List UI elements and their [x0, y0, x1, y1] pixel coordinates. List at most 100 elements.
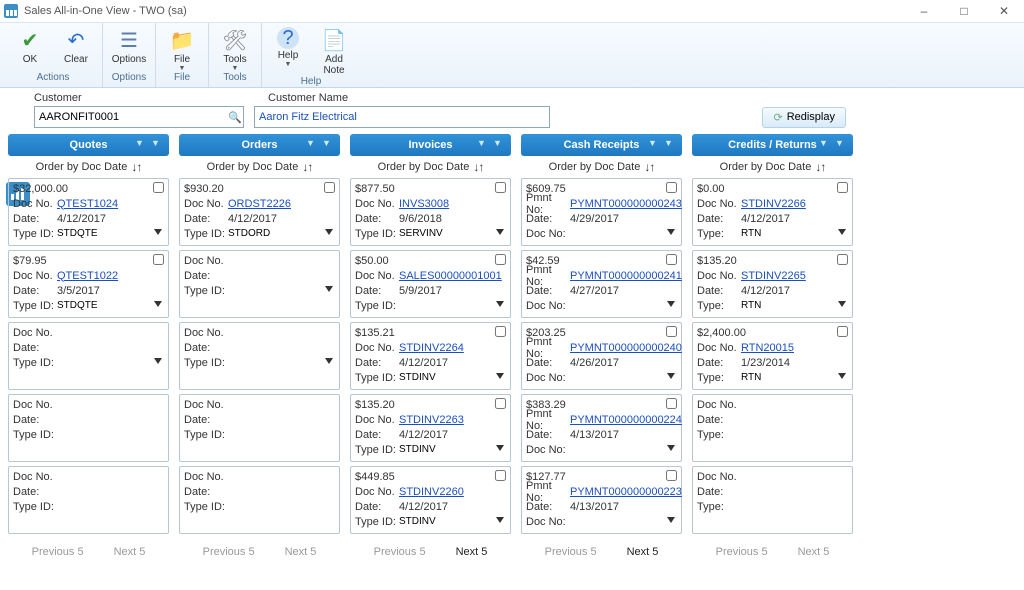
type-select[interactable]: STDINV — [399, 442, 436, 457]
type-select-wrap[interactable] — [228, 355, 335, 370]
type-select-wrap[interactable]: STDINV — [399, 442, 506, 457]
options-button[interactable]: ☰ Options — [109, 25, 149, 65]
type-select-wrap[interactable] — [570, 442, 677, 457]
close-button[interactable]: ✕ — [984, 0, 1024, 22]
sort-arrows-icon[interactable]: ↓↑ — [302, 160, 312, 174]
doc-value[interactable]: PYMNT000000000240 — [570, 342, 682, 354]
order-by[interactable]: Order by Doc Date↓↑ — [8, 156, 169, 178]
prev-5[interactable]: Previous 5 — [374, 546, 426, 558]
type-select[interactable]: RTN — [741, 370, 762, 385]
filter-icon[interactable]: ▼ — [493, 138, 507, 152]
type-select[interactable]: STDQTE — [57, 298, 98, 313]
type-select-wrap[interactable] — [570, 226, 677, 241]
doc-value[interactable]: STDINV2264 — [399, 342, 464, 354]
prev-5[interactable]: Previous 5 — [716, 546, 768, 558]
doc-value[interactable]: INVS3008 — [399, 198, 449, 210]
tools-button[interactable]: 🛠 Tools ▼ — [215, 25, 255, 72]
prev-5[interactable]: Previous 5 — [32, 546, 84, 558]
sort-arrows-icon[interactable]: ↓↑ — [473, 160, 483, 174]
lookup-icon[interactable]: 🔍 — [226, 108, 244, 126]
doc-value[interactable]: STDINV2265 — [741, 270, 806, 282]
sort-arrows-icon[interactable]: ↓↑ — [644, 160, 654, 174]
sort-arrows-icon[interactable]: ↓↑ — [815, 160, 825, 174]
type-select-wrap[interactable]: STDINV — [399, 514, 506, 529]
card-checkbox[interactable] — [666, 398, 677, 409]
type-select-wrap[interactable]: STDQTE — [57, 298, 164, 313]
minimize-button[interactable]: – — [904, 0, 944, 22]
card-checkbox[interactable] — [495, 398, 506, 409]
filter-icon[interactable]: ▼ — [477, 138, 491, 152]
doc-value[interactable]: ORDST2226 — [228, 198, 291, 210]
type-select[interactable]: STDQTE — [57, 226, 98, 241]
type-select-wrap[interactable]: SERVINV — [399, 226, 506, 241]
type-select[interactable]: STDINV — [399, 370, 436, 385]
filter-icon[interactable]: ▼ — [835, 138, 849, 152]
card-checkbox[interactable] — [666, 182, 677, 193]
card-checkbox[interactable] — [153, 254, 164, 265]
customer-id-input[interactable] — [34, 106, 244, 128]
filter-icon[interactable]: ▼ — [135, 138, 149, 152]
file-button[interactable]: 📁 File ▼ — [162, 25, 202, 72]
type-select[interactable]: SERVINV — [399, 226, 443, 241]
type-select[interactable]: STDINV — [399, 514, 436, 529]
card-checkbox[interactable] — [666, 470, 677, 481]
doc-value[interactable]: PYMNT000000000224 — [570, 414, 682, 426]
card-checkbox[interactable] — [495, 254, 506, 265]
sort-arrows-icon[interactable]: ↓↑ — [131, 160, 141, 174]
doc-value[interactable]: SALES00000001001 — [399, 270, 502, 282]
card-checkbox[interactable] — [837, 254, 848, 265]
redisplay-button[interactable]: ⟳ Redisplay — [762, 107, 846, 128]
ok-button[interactable]: ✔ OK — [10, 25, 50, 65]
type-select-wrap[interactable]: STDINV — [399, 370, 506, 385]
prev-5[interactable]: Previous 5 — [545, 546, 597, 558]
doc-value[interactable]: STDINV2263 — [399, 414, 464, 426]
card-checkbox[interactable] — [495, 326, 506, 337]
type-select-wrap[interactable] — [570, 514, 677, 529]
doc-value[interactable]: STDINV2266 — [741, 198, 806, 210]
type-select[interactable]: RTN — [741, 226, 762, 241]
type-select-wrap[interactable]: RTN — [741, 226, 848, 241]
customer-name-input[interactable] — [254, 106, 550, 128]
type-select-wrap[interactable]: STDORD — [228, 226, 335, 241]
type-select-wrap[interactable] — [570, 298, 677, 313]
order-by[interactable]: Order by Doc Date↓↑ — [692, 156, 853, 178]
help-button[interactable]: ? Help ▼ — [268, 25, 308, 68]
card-checkbox[interactable] — [666, 254, 677, 265]
card-checkbox[interactable] — [837, 326, 848, 337]
card-checkbox[interactable] — [837, 182, 848, 193]
filter-icon[interactable]: ▼ — [306, 138, 320, 152]
type-select-wrap[interactable] — [57, 355, 164, 370]
type-select-wrap[interactable]: RTN — [741, 298, 848, 313]
card-checkbox[interactable] — [666, 326, 677, 337]
filter-icon[interactable]: ▼ — [664, 138, 678, 152]
maximize-button[interactable]: □ — [944, 0, 984, 22]
doc-value[interactable]: QTEST1024 — [57, 198, 118, 210]
order-by[interactable]: Order by Doc Date↓↑ — [179, 156, 340, 178]
type-select-wrap[interactable]: RTN — [741, 370, 848, 385]
card-checkbox[interactable] — [324, 182, 335, 193]
next-5[interactable]: Next 5 — [285, 546, 317, 558]
prev-5[interactable]: Previous 5 — [203, 546, 255, 558]
type-select-wrap[interactable] — [228, 283, 335, 298]
next-5[interactable]: Next 5 — [114, 546, 146, 558]
doc-value[interactable]: PYMNT000000000223 — [570, 486, 682, 498]
type-select-wrap[interactable]: STDQTE — [57, 226, 164, 241]
order-by[interactable]: Order by Doc Date↓↑ — [350, 156, 511, 178]
clear-button[interactable]: ↶ Clear — [56, 25, 96, 65]
type-select[interactable]: RTN — [741, 298, 762, 313]
doc-value[interactable]: PYMNT000000000241 — [570, 270, 682, 282]
type-select-wrap[interactable] — [399, 298, 506, 313]
doc-value[interactable]: PYMNT000000000243 — [570, 198, 682, 210]
filter-icon[interactable]: ▼ — [322, 138, 336, 152]
doc-value[interactable]: STDINV2260 — [399, 486, 464, 498]
filter-icon[interactable]: ▼ — [648, 138, 662, 152]
add-note-button[interactable]: 📄 Add Note — [314, 25, 354, 76]
next-5[interactable]: Next 5 — [798, 546, 830, 558]
card-checkbox[interactable] — [153, 182, 164, 193]
filter-icon[interactable]: ▼ — [151, 138, 165, 152]
filter-icon[interactable]: ▼ — [819, 138, 833, 152]
next-5[interactable]: Next 5 — [627, 546, 659, 558]
order-by[interactable]: Order by Doc Date↓↑ — [521, 156, 682, 178]
card-checkbox[interactable] — [495, 470, 506, 481]
next-5[interactable]: Next 5 — [456, 546, 488, 558]
